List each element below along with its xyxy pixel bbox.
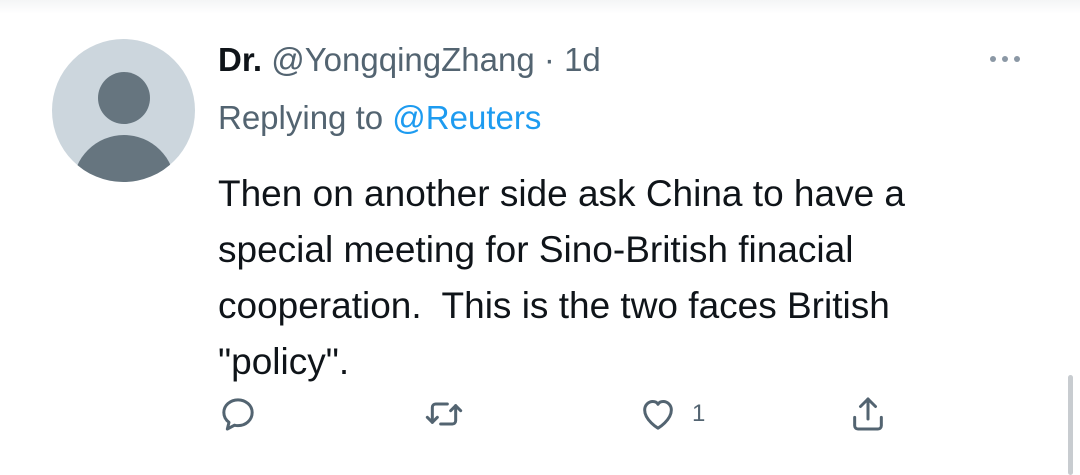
avatar-shoulders-shape — [73, 135, 175, 182]
retweet-button[interactable] — [424, 392, 464, 436]
like-button[interactable]: 1 — [638, 392, 705, 436]
reply-mention-link[interactable]: @Reuters — [392, 99, 541, 136]
scrollbar[interactable] — [1068, 375, 1073, 475]
tweet-text: Then on another side ask China to have a… — [218, 173, 906, 382]
reply-prefix: Replying to — [218, 99, 384, 136]
more-dot — [1014, 56, 1020, 62]
user-handle[interactable]: @YongqingZhang — [271, 41, 535, 78]
retweet-icon — [425, 402, 463, 426]
tweet-timestamp[interactable]: 1d — [564, 41, 601, 78]
display-name[interactable]: Dr. — [218, 41, 262, 78]
avatar-head-shape — [98, 72, 150, 124]
heart-icon — [643, 400, 673, 430]
top-divider — [0, 0, 1080, 14]
header-separator: · — [543, 41, 555, 78]
share-icon — [853, 397, 883, 431]
replying-to-line: Replying to @Reuters — [218, 96, 541, 140]
more-dot — [990, 56, 996, 62]
like-count: 1 — [692, 400, 706, 427]
avatar[interactable] — [52, 39, 195, 182]
action-bar: 1 — [0, 392, 1080, 442]
more-dots-icon[interactable] — [981, 44, 1029, 74]
reply-icon — [222, 398, 254, 431]
reply-button[interactable] — [218, 392, 258, 436]
tweet-header: Dr. @YongqingZhang · 1d — [218, 38, 601, 82]
share-button[interactable] — [848, 392, 888, 436]
more-dot — [1002, 56, 1008, 62]
